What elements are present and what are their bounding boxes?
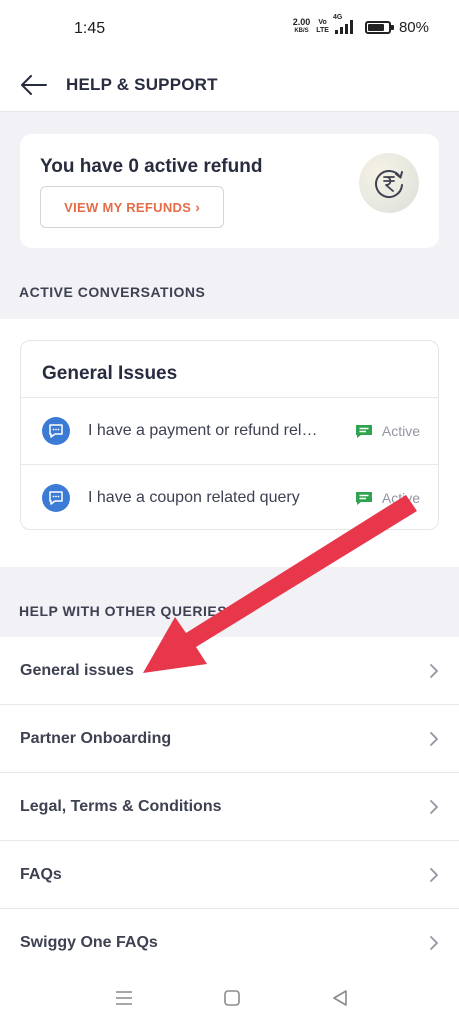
battery-icon	[364, 20, 394, 34]
chevron-right-icon: ›	[195, 199, 200, 215]
network-speed: 2.00 KB/S	[292, 17, 311, 35]
conversation-card-title: General Issues	[42, 363, 178, 384]
app-header: HELP & SUPPORT	[0, 58, 459, 112]
status-time: 1:45	[74, 20, 106, 37]
conversation-row[interactable]: I have a payment or refund related query…	[21, 397, 438, 464]
other-queries-heading: HELP WITH OTHER QUERIES	[19, 603, 228, 619]
chat-bubble-icon	[42, 417, 70, 445]
arrow-left-icon[interactable]	[14, 65, 54, 105]
query-item-faqs[interactable]: FAQs	[0, 841, 459, 909]
query-item-legal-terms[interactable]: Legal, Terms & Conditions	[0, 773, 459, 841]
status-indicators: 2.00 KB/S Vo LTE 4G 80%	[292, 14, 429, 36]
status-badge: Active	[355, 490, 420, 506]
signal-icon: 4G	[333, 14, 353, 34]
query-item-partner-onboarding[interactable]: Partner Onboarding	[0, 705, 459, 773]
active-conversations-heading: ACTIVE CONVERSATIONS	[19, 284, 206, 300]
battery-percent: 80%	[398, 18, 429, 36]
refund-card: You have 0 active refund VIEW MY REFUNDS…	[20, 134, 439, 248]
message-status-icon	[355, 424, 372, 438]
chevron-right-icon	[429, 663, 439, 679]
chevron-right-icon	[429, 799, 439, 815]
conversation-card: General Issues I have a payment or refun…	[20, 340, 439, 530]
chevron-right-icon	[429, 935, 439, 951]
system-nav-bar	[0, 972, 459, 1024]
query-item-swiggy-one-faqs[interactable]: Swiggy One FAQs	[0, 909, 459, 972]
home-square-icon[interactable]	[220, 986, 244, 1010]
chevron-right-icon	[429, 731, 439, 747]
conversation-row[interactable]: I have a coupon related query Active	[21, 464, 438, 529]
status-bar: 1:45 2.00 KB/S Vo LTE 4G 80%	[0, 0, 459, 58]
view-refunds-button[interactable]: VIEW MY REFUNDS ›	[40, 186, 224, 228]
back-triangle-icon[interactable]	[328, 986, 352, 1010]
active-conversations-panel: General Issues I have a payment or refun…	[0, 319, 459, 567]
volte-indicator: Vo LTE	[316, 19, 329, 34]
conversation-text: I have a payment or refund related query	[88, 422, 326, 439]
refund-title: You have 0 active refund	[40, 156, 263, 177]
chat-bubble-icon	[42, 484, 70, 512]
menu-icon[interactable]	[112, 986, 136, 1010]
chevron-right-icon	[429, 867, 439, 883]
message-status-icon	[355, 491, 372, 505]
conversation-text: I have a coupon related query	[88, 489, 300, 506]
query-item-general-issues[interactable]: General issues	[0, 637, 459, 705]
query-list: General issues Partner Onboarding Legal,…	[0, 637, 459, 972]
view-refunds-label: VIEW MY REFUNDS	[64, 199, 192, 215]
rupee-refresh-icon	[359, 153, 419, 213]
content-area: You have 0 active refund VIEW MY REFUNDS…	[0, 112, 459, 972]
page-title: HELP & SUPPORT	[66, 74, 218, 94]
status-badge: Active	[355, 423, 420, 439]
